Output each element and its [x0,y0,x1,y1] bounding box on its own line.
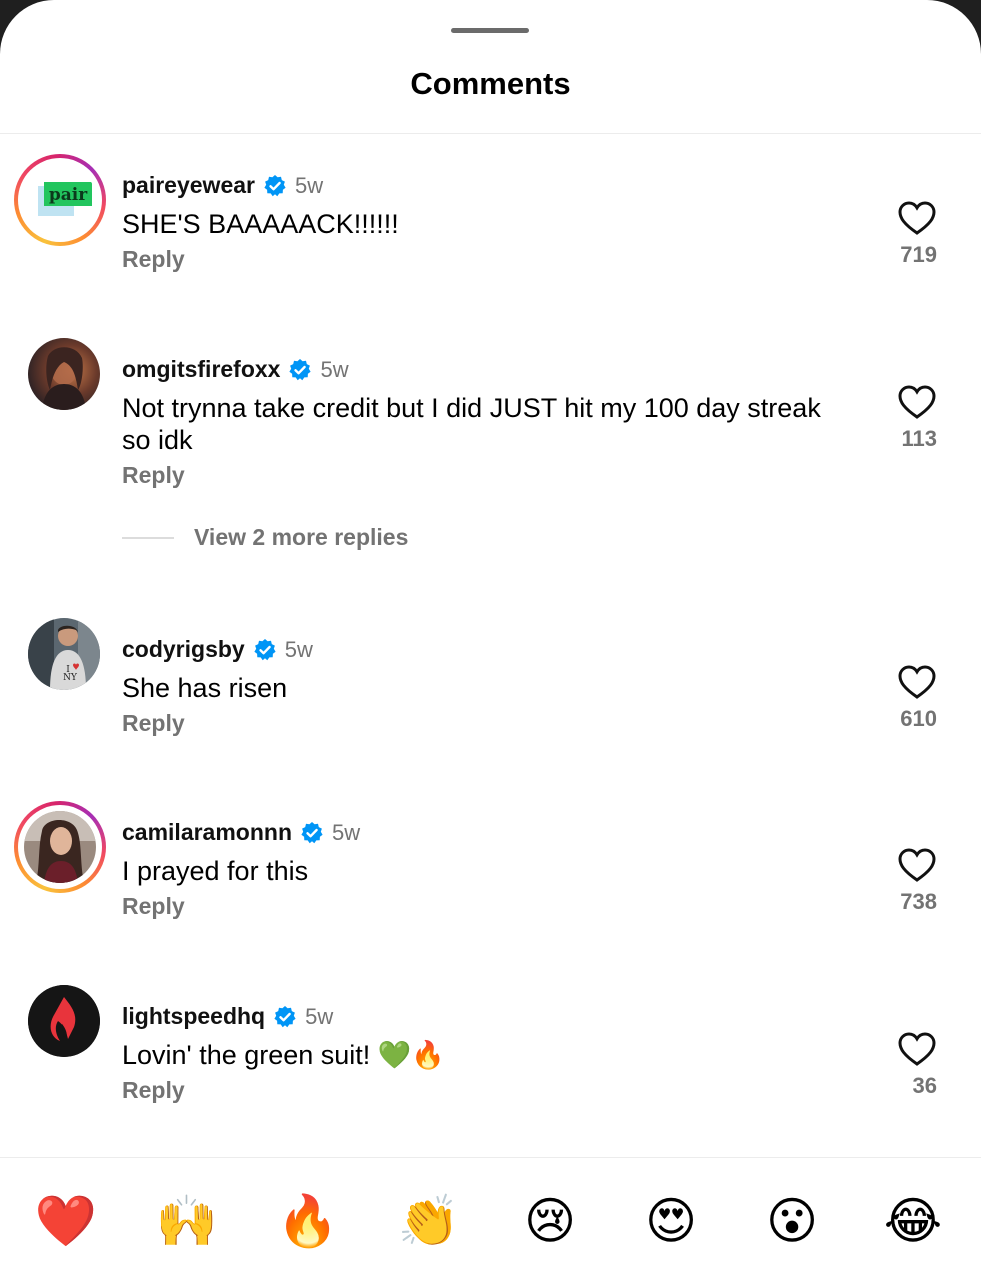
like-count: 36 [912,1073,937,1098]
avatar[interactable]: I NY [28,618,100,690]
view-more-replies-button[interactable]: View 2 more replies [122,524,408,551]
verified-badge-icon [289,358,312,380]
username[interactable]: camilaramonnn [122,819,292,846]
avatar-logo-text: pair [49,185,88,205]
comment-text: I prayed for this [122,856,309,886]
comment-header: codyrigsby 5w [122,636,313,663]
timestamp: 5w [284,636,313,662]
verified-badge-icon [254,638,276,660]
comment-header: omgitsfirefoxx 5w [122,356,349,383]
avatar[interactable] [24,811,96,883]
timestamp: 5w [332,819,361,845]
comment-text: SHE'S BAAAAACK!!!!!! [122,209,399,239]
drag-handle[interactable] [451,28,529,33]
reply-button[interactable]: Reply [122,710,185,737]
comment-text: Lovin' the green suit! 💚🔥 [122,1040,446,1070]
comment-header: lightspeedhq 5w [122,1003,333,1030]
like-count: 719 [900,242,937,267]
username[interactable]: codyrigsby [122,636,245,663]
reaction-laughing-emoji[interactable]: 😂 [878,1186,948,1256]
reaction-fire-emoji[interactable]: 🔥 [273,1186,343,1256]
thread-line [122,536,174,539]
heart-icon[interactable] [896,382,938,424]
comment-header: camilaramonnn 5w [122,819,360,846]
reaction-crying-emoji[interactable]: 😢 [515,1186,585,1256]
svg-text:NY: NY [63,673,78,683]
reply-button[interactable]: Reply [122,246,185,273]
view-more-replies-label: View 2 more replies [194,524,409,550]
like-count: 738 [900,889,937,914]
quick-reactions-bar: ❤️ 🙌 🔥 👏 😢 😍 😮 😂 [0,1186,981,1256]
heart-icon[interactable] [896,1029,938,1071]
comment-header: paireyewear 5w [122,172,323,199]
avatar[interactable] [28,985,100,1057]
story-ring[interactable]: pair [14,154,106,246]
like-count: 610 [900,706,937,731]
heart-icon[interactable] [896,662,938,704]
like-count: 113 [901,426,938,451]
reaction-clap-emoji[interactable]: 👏 [394,1186,464,1256]
comment-item: camilaramonnn 5w I prayed for this Reply… [0,801,981,965]
reply-button[interactable]: Reply [122,462,185,489]
comment-item: I NY codyrigsby 5w She has risen Reply 6… [0,618,981,782]
reactions-divider [0,1157,981,1158]
username[interactable]: lightspeedhq [122,1003,265,1030]
comment-text: She has risen [122,673,288,703]
comments-sheet: Comments pair paireyewear 5w SHE'S BAAAA [0,0,981,1280]
comment-item: omgitsfirefoxx 5w Not trynna take credit… [0,338,981,502]
lightspeed-logo-icon [28,985,100,1057]
header-divider [0,133,981,134]
reply-button[interactable]: Reply [122,1077,185,1104]
avatar[interactable]: pair [24,164,96,236]
timestamp: 5w [320,356,349,382]
story-ring[interactable] [14,801,106,893]
verified-badge-icon [264,174,286,196]
comment-item: pair paireyewear 5w SHE'S BAAAAACK!!!!!!… [0,154,981,318]
heart-icon[interactable] [896,845,938,887]
username[interactable]: omgitsfirefoxx [122,356,280,383]
reaction-raised-hands-emoji[interactable]: 🙌 [152,1186,222,1256]
comment-item: lightspeedhq 5w Lovin' the green suit! 💚… [0,985,981,1149]
page-title: Comments [410,66,571,101]
heart-icon[interactable] [896,198,938,240]
timestamp: 5w [305,1003,334,1029]
reaction-heart-eyes-emoji[interactable]: 😍 [636,1186,706,1256]
username[interactable]: paireyewear [122,172,255,199]
verified-badge-icon [301,821,323,843]
reaction-heart-emoji[interactable]: ❤️ [31,1186,101,1256]
timestamp: 5w [294,172,324,198]
reply-button[interactable]: Reply [122,893,185,920]
avatar[interactable] [28,338,100,410]
reaction-surprised-emoji[interactable]: 😮 [757,1186,827,1256]
comment-text: Not trynna take credit but I did JUST hi… [122,393,821,455]
verified-badge-icon [274,1005,296,1027]
